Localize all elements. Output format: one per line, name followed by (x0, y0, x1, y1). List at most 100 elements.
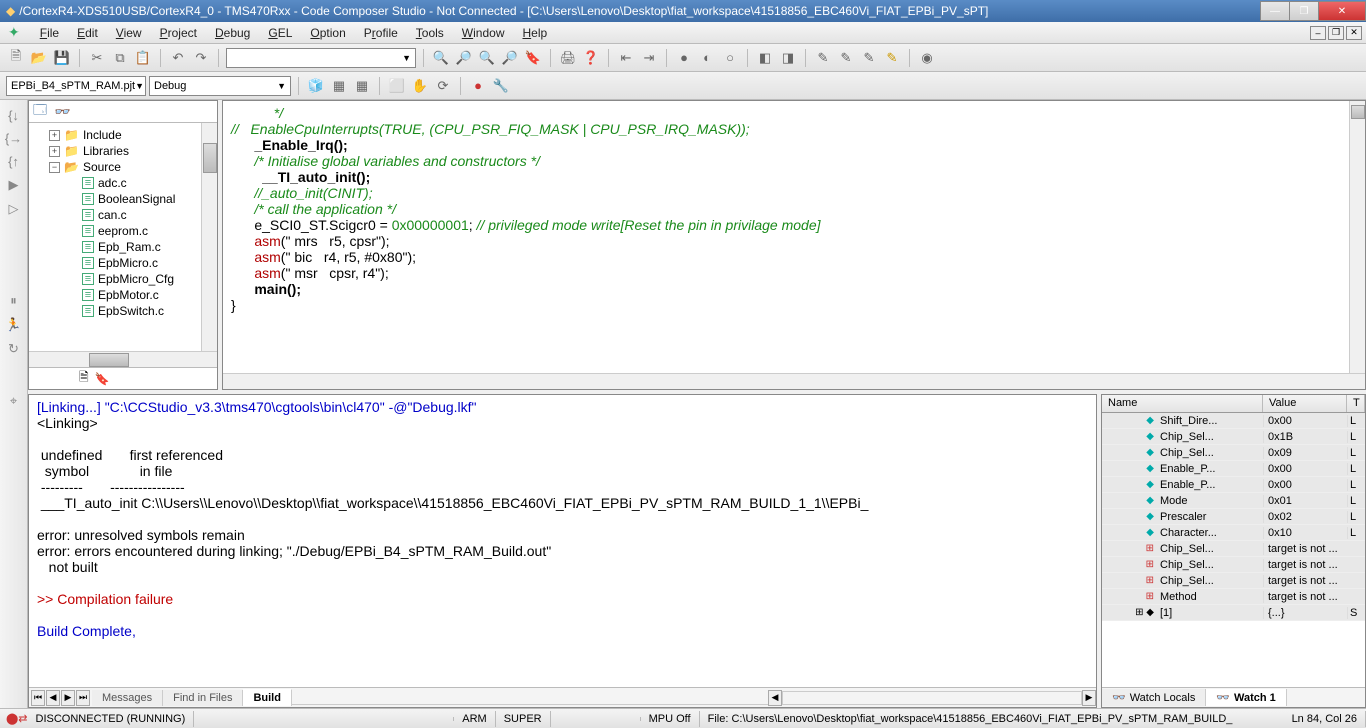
menu-profile[interactable]: Profile (356, 24, 406, 42)
tab-build[interactable]: Build (243, 689, 292, 706)
menu-edit[interactable]: Edit (69, 24, 106, 42)
tree-hscroll[interactable] (29, 351, 217, 367)
tab-messages[interactable]: Messages (92, 690, 163, 706)
misc3-icon[interactable]: ✎ (859, 48, 879, 68)
find-prev-icon[interactable]: 🔍 (477, 48, 497, 68)
build-all-icon[interactable]: ▦ (329, 76, 349, 96)
tab-watch-locals[interactable]: 👓Watch Locals (1102, 689, 1206, 706)
mdi-restore-button[interactable]: ❐ (1328, 26, 1344, 40)
watch-row[interactable]: ◆Chip_Sel...0x09L (1102, 445, 1365, 461)
watch-row[interactable]: ◆Prescaler0x02L (1102, 509, 1365, 525)
mdi-close-button[interactable]: ✕ (1346, 26, 1362, 40)
tree-file[interactable]: ≡EpbMicro.c (29, 255, 217, 271)
menu-window[interactable]: Window (454, 24, 513, 42)
bookmark-icon[interactable]: 🔖 (523, 48, 543, 68)
run-to-icon[interactable]: ▷ (9, 201, 19, 217)
watch-row[interactable]: ◆Chip_Sel...0x1BL (1102, 429, 1365, 445)
watch-row[interactable]: ⊞Methodtarget is not ... (1102, 589, 1365, 605)
menu-tools[interactable]: Tools (408, 24, 452, 42)
find-icon[interactable]: 🔍 (431, 48, 451, 68)
build-output[interactable]: [Linking...] "C:\CCStudio_v3.3\tms470\cg… (29, 395, 1096, 687)
watch-row[interactable]: ◆Character...0x10L (1102, 525, 1365, 541)
watch-col-type[interactable]: T (1347, 395, 1365, 412)
tree-file[interactable]: ≡eeprom.c (29, 223, 217, 239)
stop-build-icon[interactable]: ⬜ (387, 76, 407, 96)
close-button[interactable]: ✕ (1318, 1, 1366, 21)
code-editor[interactable]: */// EnableCpuInterrupts(TRUE, (CPU_PSR_… (223, 101, 1365, 373)
help-icon[interactable]: ❓ (581, 48, 601, 68)
misc4-icon[interactable]: ✎ (882, 48, 902, 68)
menu-debug[interactable]: Debug (207, 24, 258, 42)
misc1-icon[interactable]: ✎ (813, 48, 833, 68)
tab-next-button[interactable]: ▶ (61, 690, 75, 706)
tree-file[interactable]: ≡EpbMicro_Cfg (29, 271, 217, 287)
tree-file[interactable]: ≡BooleanSignal (29, 191, 217, 207)
bookmark2-icon[interactable]: 🔖 (95, 372, 110, 386)
search-dropdown[interactable]: ▼ (226, 48, 416, 68)
build-scroll-left[interactable]: ◀ (768, 690, 782, 706)
watch-row[interactable]: ⊞Chip_Sel...target is not ... (1102, 573, 1365, 589)
find-files-icon[interactable]: 🔎 (500, 48, 520, 68)
tab-watch-1[interactable]: 👓Watch 1 (1206, 689, 1286, 706)
find-next-icon[interactable]: 🔎 (454, 48, 474, 68)
watch-row[interactable]: ⊞Chip_Sel...target is not ... (1102, 541, 1365, 557)
menu-view[interactable]: View (108, 24, 150, 42)
tree-file[interactable]: ≡EpbMotor.c (29, 287, 217, 303)
glasses-icon[interactable]: 👓 (53, 104, 69, 120)
bp-enable-icon[interactable]: ◐ (697, 48, 717, 68)
menu-project[interactable]: Project (152, 24, 205, 42)
new-file-icon[interactable]: 🗎 (6, 48, 26, 68)
misc2-icon[interactable]: ✎ (836, 48, 856, 68)
minimize-button[interactable]: — (1260, 1, 1290, 21)
tree-folder-source[interactable]: −📂Source (29, 159, 217, 175)
copy-icon[interactable]: ⧉ (110, 48, 130, 68)
animate-icon[interactable]: 🏃 (5, 317, 21, 333)
code-vscroll[interactable] (1349, 101, 1365, 373)
block-left-icon[interactable]: ◧ (755, 48, 775, 68)
filetab2-icon[interactable]: 🗎 (79, 368, 89, 389)
menu-gel[interactable]: GEL (260, 24, 300, 42)
watch-body[interactable]: ◆Shift_Dire...0x00L◆Chip_Sel...0x1BL◆Chi… (1102, 413, 1365, 687)
indent-icon[interactable]: ⇥ (639, 48, 659, 68)
reset-icon[interactable]: ⟳ (433, 76, 453, 96)
redo-icon[interactable]: ↷ (191, 48, 211, 68)
watch-row[interactable]: ◆Mode0x01L (1102, 493, 1365, 509)
watch-col-value[interactable]: Value (1263, 395, 1347, 412)
watch-row[interactable]: ⊞Chip_Sel...target is not ... (1102, 557, 1365, 573)
tree-file[interactable]: ≡adc.c (29, 175, 217, 191)
undo-icon[interactable]: ↶ (168, 48, 188, 68)
watch-row[interactable]: ◆Shift_Dire...0x00L (1102, 413, 1365, 429)
bp-toggle-icon[interactable]: ● (674, 48, 694, 68)
tree-folder-include[interactable]: +📁Include (29, 127, 217, 143)
outdent-icon[interactable]: ⇤ (616, 48, 636, 68)
bp2-icon[interactable]: ● (468, 76, 488, 96)
project-tree[interactable]: +📁Include +📁Libraries −📂Source ≡adc.c≡Bo… (29, 123, 217, 351)
menu-option[interactable]: Option (302, 24, 353, 42)
tree-file[interactable]: ≡EpbSwitch.c (29, 303, 217, 319)
code-hscroll[interactable] (223, 373, 1365, 389)
step-into-icon[interactable]: {↓ (8, 108, 19, 123)
build-hscroll[interactable] (782, 691, 1082, 705)
rebuild-icon[interactable]: ▦ (352, 76, 372, 96)
halt2-icon[interactable]: ⏸ (10, 293, 17, 309)
tab-first-button[interactable]: ⏮ (31, 690, 45, 706)
menu-help[interactable]: Help (514, 24, 555, 42)
run-icon[interactable]: ▶ (9, 177, 19, 193)
watch-row[interactable]: ◆Enable_P...0x00L (1102, 461, 1365, 477)
tree-file[interactable]: ≡can.c (29, 207, 217, 223)
config-dropdown[interactable]: Debug▼ (149, 76, 291, 96)
project-dropdown[interactable]: EPBi_B4_sPTM_RAM.pjt▼ (6, 76, 146, 96)
watch-col-name[interactable]: Name (1102, 395, 1263, 412)
maximize-button[interactable]: ❐ (1289, 1, 1319, 21)
quickwatch-icon[interactable]: ⌖ (10, 393, 17, 409)
tab-last-button[interactable]: ⏭ (76, 690, 90, 706)
tab-prev-button[interactable]: ◀ (46, 690, 60, 706)
mdi-minimize-button[interactable]: – (1310, 26, 1326, 40)
step-over-icon[interactable]: {→ (5, 131, 22, 146)
tab-find-in-files[interactable]: Find in Files (163, 690, 243, 706)
watch-row[interactable]: ⊞ ◆[1]{...}S (1102, 605, 1365, 621)
filetab-icon[interactable]: 🗔 (33, 101, 47, 123)
build-icon[interactable]: 🧊 (306, 76, 326, 96)
tree-file[interactable]: ≡Epb_Ram.c (29, 239, 217, 255)
block-right-icon[interactable]: ◨ (778, 48, 798, 68)
